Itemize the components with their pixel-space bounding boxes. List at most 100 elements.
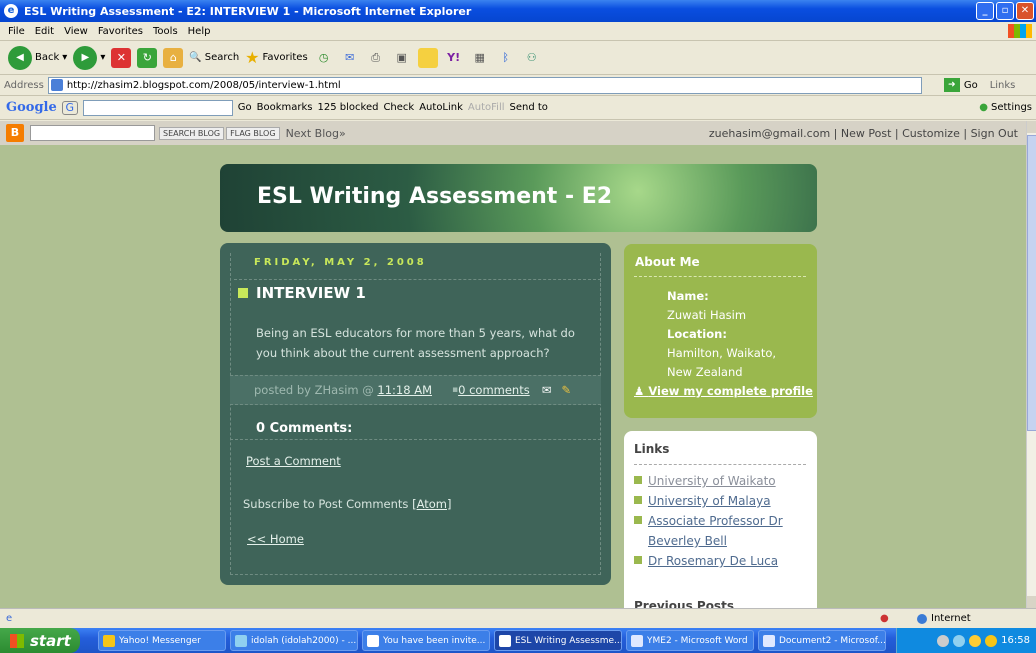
minimize-button[interactable]: _ (976, 2, 994, 20)
google-g-icon[interactable]: G (61, 100, 78, 115)
bullet-icon (634, 516, 642, 524)
task-document2-word[interactable]: Document2 - Microsof... (758, 630, 886, 651)
scroll-down-icon[interactable] (1027, 596, 1036, 608)
google-go-button[interactable]: Go (238, 102, 252, 113)
task-yme2-word[interactable]: YME2 - Microsoft Word (626, 630, 754, 651)
vertical-scrollbar[interactable] (1026, 121, 1036, 608)
search-button[interactable]: 🔍 Search (189, 52, 239, 63)
post-body: Being an ESL educators for more than 5 y… (256, 326, 575, 360)
forward-button[interactable]: ▶ ▾ (73, 45, 105, 70)
link-university-of-malaya[interactable]: University of Malaya (648, 491, 771, 511)
links-box: Links University of Waikato University o… (624, 431, 817, 608)
link-rosemary-de-luca[interactable]: Dr Rosemary De Luca (648, 551, 778, 571)
pencil-icon[interactable]: ✎ (561, 383, 571, 397)
home-link[interactable]: << Home (247, 532, 304, 546)
address-input[interactable]: http://zhasim2.blogspot.com/2008/05/inte… (47, 76, 922, 94)
restore-button[interactable]: ▫ (996, 2, 1014, 20)
close-button[interactable]: ✕ (1016, 2, 1034, 20)
list-item: University of Waikato (634, 471, 809, 491)
flag-blog-button[interactable]: FLAG BLOG (226, 126, 280, 140)
post-title: INTERVIEW 1 (234, 279, 601, 305)
autolink-button[interactable]: AutoLink (419, 102, 463, 113)
sign-out-link[interactable]: Sign Out (971, 127, 1018, 140)
refresh-icon[interactable]: ↻ (137, 47, 158, 68)
blogger-user-links: zuehasim@gmail.com | New Post | Customiz… (708, 126, 1018, 140)
note-icon[interactable] (417, 47, 438, 68)
menu-view[interactable]: View (64, 26, 88, 37)
popup-blocked[interactable]: 125 blocked (318, 102, 379, 113)
task-yahoo-messenger[interactable]: Yahoo! Messenger (98, 630, 226, 651)
stop-icon[interactable]: ✕ (111, 47, 132, 68)
post-comment-link[interactable]: Post a Comment (246, 454, 341, 468)
link-beverley-bell[interactable]: Associate Professor Dr Beverley Bell (648, 511, 809, 551)
check-button[interactable]: Check (383, 102, 414, 113)
print-icon[interactable]: ⎙ (366, 48, 386, 68)
mail-icon[interactable]: ✉ (340, 48, 360, 68)
search-blog-button[interactable]: SEARCH BLOG (159, 126, 225, 140)
atom-link[interactable]: [Atom] (412, 497, 451, 511)
bluetooth-icon[interactable]: ᛒ (496, 48, 516, 68)
menu-favorites[interactable]: Favorites (98, 26, 143, 37)
yahoo-icon[interactable]: Y! (444, 48, 464, 68)
scroll-up-icon[interactable] (1027, 121, 1036, 133)
task-idolah[interactable]: idolah (idolah2000) - ... (230, 630, 358, 651)
title-bar: e ESL Writing Assessment - E2: INTERVIEW… (0, 0, 1036, 22)
edit-icon[interactable]: ▣ (392, 48, 412, 68)
popup-icon: ● (880, 613, 889, 624)
customize-link[interactable]: Customize (902, 127, 960, 140)
messenger-icon[interactable]: ⚇ (522, 48, 542, 68)
comments-link[interactable]: 0 comments (458, 383, 530, 397)
sendto-button[interactable]: Send to (510, 102, 548, 113)
home-icon[interactable]: ⌂ (163, 47, 184, 68)
star-icon: ★ (245, 48, 260, 67)
favorites-button[interactable]: ★ Favorites (245, 48, 308, 67)
next-blog-link[interactable]: Next Blog» (286, 127, 346, 140)
blog-search-input[interactable] (30, 125, 155, 141)
yahoo-tray-icon[interactable] (985, 634, 998, 647)
network-icon[interactable] (953, 634, 966, 647)
post-time-link[interactable]: 11:18 AM (377, 383, 432, 397)
research-icon[interactable]: ▦ (470, 48, 490, 68)
address-bar: Address http://zhasim2.blogspot.com/2008… (0, 75, 1036, 96)
scroll-thumb[interactable] (1027, 135, 1036, 431)
autofill-button[interactable]: AutoFill (468, 102, 505, 113)
taskbar: start Yahoo! Messenger idolah (idolah200… (0, 628, 1036, 653)
bullet-icon (634, 476, 642, 484)
task-esl-writing[interactable]: ESL Writing Assessme... (494, 630, 622, 651)
printer-icon[interactable] (937, 634, 950, 647)
menu-edit[interactable]: Edit (35, 26, 54, 37)
post-date: FRIDAY, MAY 2, 2008 (254, 257, 427, 268)
user-email: zuehasim@gmail.com (708, 126, 831, 140)
menu-help[interactable]: Help (188, 26, 211, 37)
history-icon[interactable]: ◷ (314, 48, 334, 68)
links-heading: Links (634, 442, 670, 456)
blogger-logo-icon[interactable]: B (6, 124, 24, 142)
start-button[interactable]: start (0, 628, 80, 653)
menu-bar: File Edit View Favorites Tools Help (0, 22, 1036, 41)
messenger-tray-icon[interactable] (969, 634, 982, 647)
menu-tools[interactable]: Tools (153, 26, 178, 37)
link-university-of-waikato[interactable]: University of Waikato (648, 471, 776, 491)
back-button[interactable]: ◀ Back ▾ (8, 45, 67, 70)
email-post-icon[interactable]: ✉ (542, 383, 552, 397)
bookmarks-button[interactable]: Bookmarks (257, 102, 313, 113)
task-invite[interactable]: You have been invite... (362, 630, 490, 651)
google-search-input[interactable] (82, 99, 233, 116)
address-label: Address (4, 79, 44, 91)
word-icon (763, 634, 775, 647)
search-icon: 🔍 (189, 52, 202, 63)
links-label[interactable]: Links (990, 80, 1016, 91)
list-item: University of Malaya (634, 491, 809, 511)
blog-header[interactable]: ESL Writing Assessment - E2 (220, 164, 817, 232)
subscribe-text: Subscribe to Post Comments [Atom] (243, 497, 452, 511)
profile-info: Name: Zuwati Hasim Location: Hamilton, W… (667, 289, 777, 379)
go-button[interactable]: ➜ Go Links (943, 78, 1016, 92)
windows-flag-icon (10, 633, 24, 648)
menu-file[interactable]: File (8, 26, 25, 37)
new-post-link[interactable]: New Post (841, 127, 892, 140)
settings-icon: ● (979, 102, 988, 113)
post-footer: posted by ZHasim @ 11:18 AM ▪ 0 comments… (230, 375, 601, 405)
view-profile-link[interactable]: ♟ View my complete profile (634, 384, 813, 398)
settings-button[interactable]: ● Settings (979, 102, 1032, 113)
blog-page: ESL Writing Assessment - E2 FRIDAY, MAY … (0, 145, 1026, 608)
